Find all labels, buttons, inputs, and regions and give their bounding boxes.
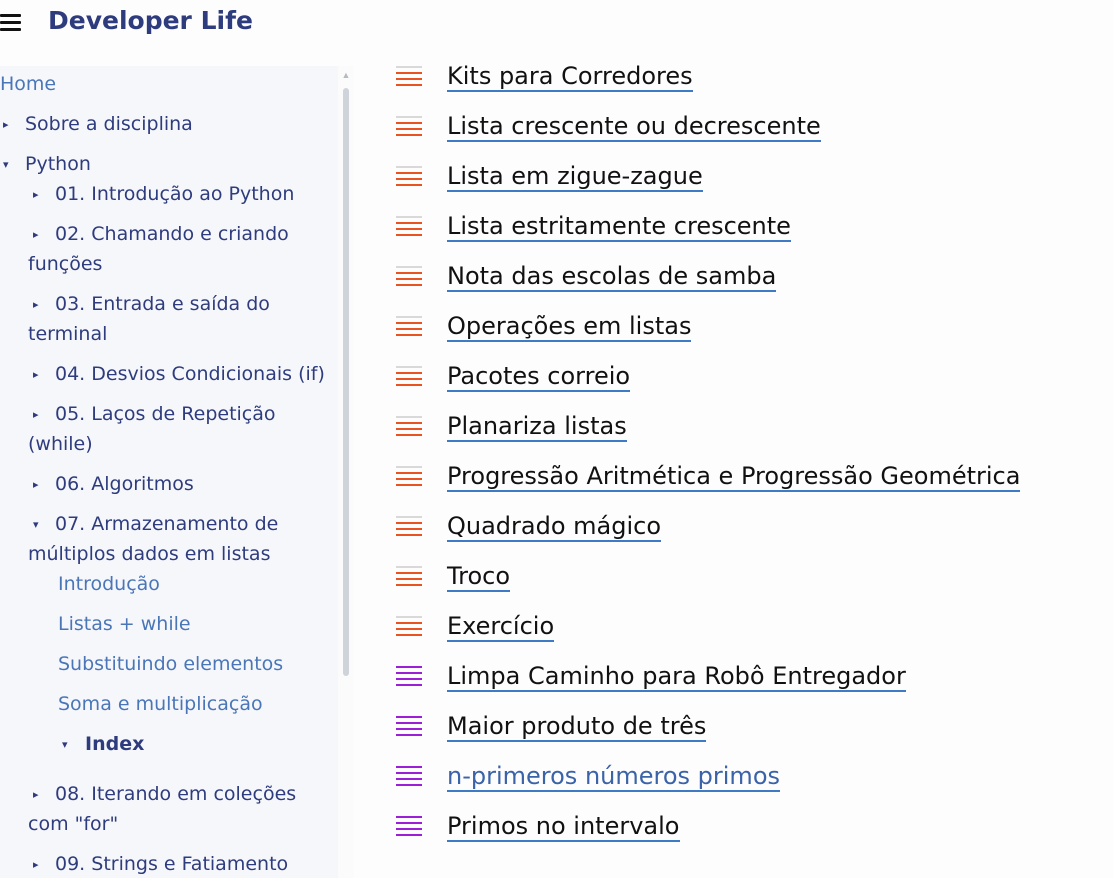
sidebar-item-ch02-cont[interactable]: funções (28, 249, 102, 279)
scroll-up-arrow-icon[interactable]: ▲ (341, 70, 351, 80)
list-item: Operações em listas (380, 304, 1100, 354)
sidebar-item-ch03-cont[interactable]: terminal (28, 319, 107, 349)
caret-right-icon[interactable]: ▸ (33, 470, 39, 500)
difficulty-bars-icon (396, 466, 422, 490)
sidebar-item-introducao[interactable]: Introdução (58, 569, 160, 599)
caret-right-icon[interactable]: ▸ (33, 180, 39, 210)
difficulty-bars-icon (396, 616, 422, 640)
caret-right-icon[interactable]: ▸ (33, 850, 39, 878)
header: Developer Life (0, 0, 1114, 50)
caret-down-icon[interactable]: ▾ (3, 150, 9, 180)
list-item: Primos no intervalo (380, 804, 1100, 854)
sidebar-item-ch07-cont[interactable]: múltiplos dados em listas (28, 539, 270, 569)
exercise-link[interactable]: Troco (447, 562, 511, 592)
site-title[interactable]: Developer Life (48, 6, 253, 35)
list-item: Progressão Aritmética e Progressão Geomé… (380, 454, 1100, 504)
sidebar-item-ch02[interactable]: ▸ 02. Chamando e criando (0, 219, 289, 249)
sidebar-item-home[interactable]: Home (0, 69, 56, 99)
caret-right-icon[interactable]: ▸ (3, 110, 9, 140)
difficulty-bars-icon (396, 66, 422, 90)
sidebar-item-ch08-cont[interactable]: com "for" (28, 809, 118, 839)
difficulty-bars-icon (396, 116, 422, 140)
list-item: Nota das escolas de samba (380, 254, 1100, 304)
exercise-link[interactable]: Lista crescente ou decrescente (447, 112, 821, 142)
list-item: Lista estritamente crescente (380, 204, 1100, 254)
exercise-link[interactable]: Lista em zigue-zague (447, 162, 703, 192)
difficulty-bars-icon (396, 366, 422, 390)
exercise-link[interactable]: Primos no intervalo (447, 812, 680, 842)
sidebar-item-soma[interactable]: Soma e multiplicação (58, 689, 263, 719)
list-item: Pacotes correio (380, 354, 1100, 404)
list-item: Maior produto de três (380, 704, 1100, 754)
sidebar-item-ch01[interactable]: ▸ 01. Introdução ao Python (0, 179, 294, 209)
sidebar-item-ch09[interactable]: ▸ 09. Strings e Fatiamento (0, 849, 288, 878)
difficulty-bars-icon (396, 166, 422, 190)
exercise-link[interactable]: Nota das escolas de samba (447, 262, 777, 292)
exercise-link[interactable]: Lista estritamente crescente (447, 212, 791, 242)
exercise-link[interactable]: Operações em listas (447, 312, 692, 342)
menu-icon[interactable] (0, 14, 22, 32)
difficulty-bars-icon (396, 716, 422, 740)
sidebar-item-ch05-cont[interactable]: (while) (28, 429, 93, 459)
sidebar-item-substituindo[interactable]: Substituindo elementos (58, 649, 283, 679)
list-item: Planariza listas (380, 404, 1100, 454)
difficulty-bars-icon (396, 666, 422, 690)
exercise-link[interactable]: Exercício (447, 612, 555, 642)
list-item: Lista em zigue-zague (380, 154, 1100, 204)
sidebar-item-sobre[interactable]: ▸ Sobre a disciplina (0, 109, 193, 139)
difficulty-bars-icon (396, 816, 422, 840)
caret-right-icon[interactable]: ▸ (33, 220, 39, 250)
sidebar-item-index[interactable]: ▾ Index (0, 729, 144, 759)
exercise-link[interactable]: Pacotes correio (447, 362, 631, 392)
exercise-link[interactable]: Limpa Caminho para Robô Entregador (447, 662, 906, 692)
sidebar-item-ch03[interactable]: ▸ 03. Entrada e saída do (0, 289, 270, 319)
difficulty-bars-icon (396, 216, 422, 240)
caret-right-icon[interactable]: ▸ (33, 360, 39, 390)
sidebar-item-ch04[interactable]: ▸ 04. Desvios Condicionais (if) (0, 359, 325, 389)
difficulty-bars-icon (396, 766, 422, 790)
list-item: Limpa Caminho para Robô Entregador (380, 654, 1100, 704)
exercise-link[interactable]: n-primeros números primos (447, 762, 780, 792)
list-item: Kits para Corredores (380, 54, 1100, 104)
scrollbar-thumb[interactable] (343, 88, 349, 676)
difficulty-bars-icon (396, 416, 422, 440)
sidebar-item-ch07[interactable]: ▾ 07. Armazenamento de (0, 509, 278, 539)
caret-right-icon[interactable]: ▸ (33, 780, 39, 810)
caret-right-icon[interactable]: ▸ (33, 400, 39, 430)
sidebar-item-ch05[interactable]: ▸ 05. Laços de Repetição (0, 399, 276, 429)
difficulty-bars-icon (396, 566, 422, 590)
list-item: Lista crescente ou decrescente (380, 104, 1100, 154)
exercise-link[interactable]: Quadrado mágico (447, 512, 662, 542)
difficulty-bars-icon (396, 516, 422, 540)
difficulty-bars-icon (396, 316, 422, 340)
caret-down-icon[interactable]: ▾ (62, 730, 68, 760)
sidebar-item-ch06[interactable]: ▸ 06. Algoritmos (0, 469, 194, 499)
difficulty-bars-icon (396, 266, 422, 290)
exercise-link[interactable]: Maior produto de três (447, 712, 707, 742)
sidebar-item-listas-while[interactable]: Listas + while (58, 609, 191, 639)
exercise-link[interactable]: Progressão Aritmética e Progressão Geomé… (447, 462, 1021, 492)
exercise-link[interactable]: Planariza listas (447, 412, 627, 442)
exercise-link[interactable]: Kits para Corredores (447, 62, 693, 92)
list-item: Troco (380, 554, 1100, 604)
list-item: Quadrado mágico (380, 504, 1100, 554)
caret-down-icon[interactable]: ▾ (33, 510, 39, 540)
list-item: n-primeros números primos (380, 754, 1100, 804)
list-item: Exercício (380, 604, 1100, 654)
sidebar-item-python[interactable]: ▾ Python (0, 149, 91, 179)
sidebar-item-ch08[interactable]: ▸ 08. Iterando em coleções (0, 779, 296, 809)
sidebar-nav: Home ▸ Sobre a disciplina ▾ Python ▸ 01.… (0, 66, 338, 878)
caret-right-icon[interactable]: ▸ (33, 290, 39, 320)
